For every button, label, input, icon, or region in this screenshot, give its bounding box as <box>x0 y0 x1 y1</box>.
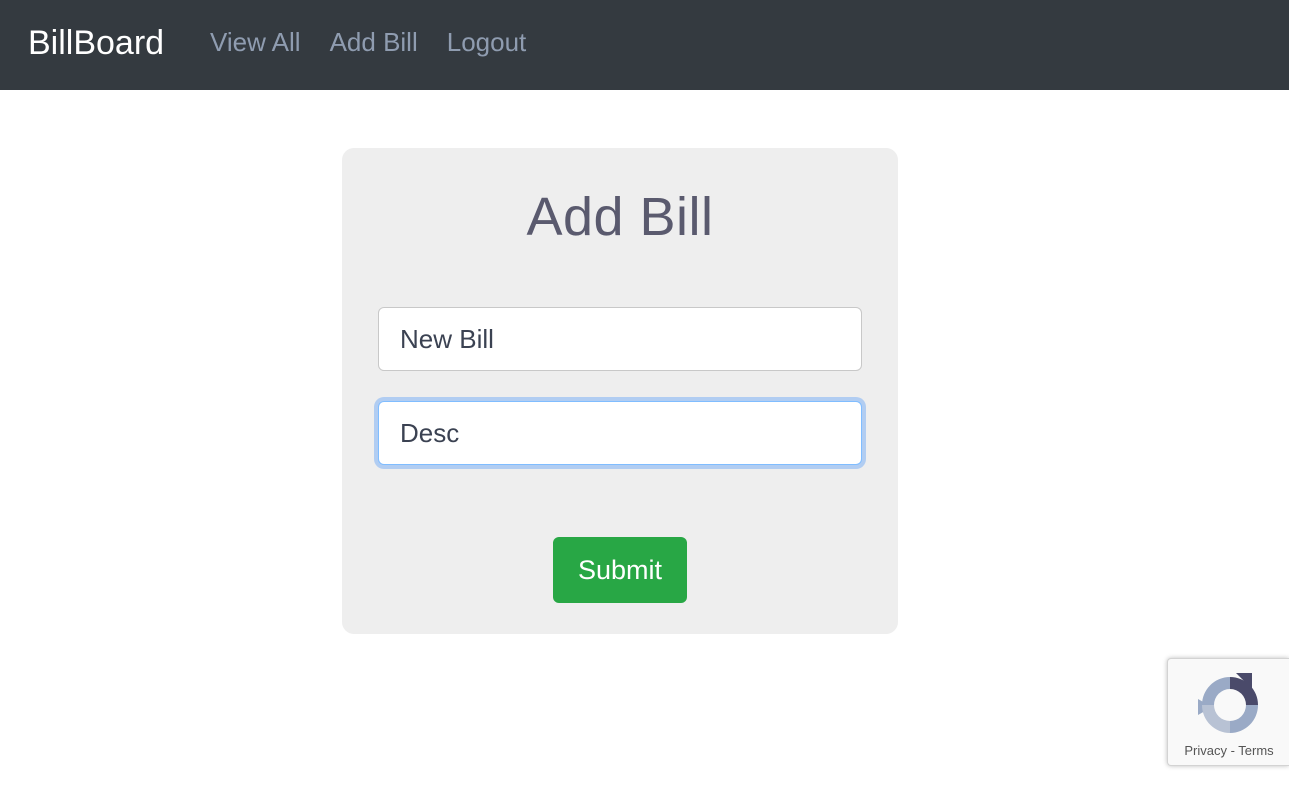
nav-link-add-bill[interactable]: Add Bill <box>330 26 418 58</box>
nav-link-view-all[interactable]: View All <box>210 26 301 58</box>
recaptcha-terms-link[interactable]: Terms <box>1238 743 1273 758</box>
recaptcha-privacy-link[interactable]: Privacy <box>1184 743 1227 758</box>
submit-button[interactable]: Submit <box>553 537 687 603</box>
navbar: BillBoard View All Add Bill Logout <box>0 0 1289 90</box>
bill-name-input[interactable] <box>378 307 862 371</box>
recaptcha-separator: - <box>1226 743 1239 758</box>
bill-description-input[interactable] <box>378 401 862 465</box>
page-title: Add Bill <box>526 187 714 247</box>
recaptcha-icon <box>1198 673 1258 733</box>
recaptcha-badge[interactable]: Privacy - Terms <box>1167 658 1289 766</box>
nav-links: View All Add Bill Logout <box>210 26 526 58</box>
brand-link[interactable]: BillBoard <box>28 22 164 64</box>
recaptcha-links: Privacy - Terms <box>1168 743 1289 758</box>
nav-link-logout[interactable]: Logout <box>447 26 527 58</box>
